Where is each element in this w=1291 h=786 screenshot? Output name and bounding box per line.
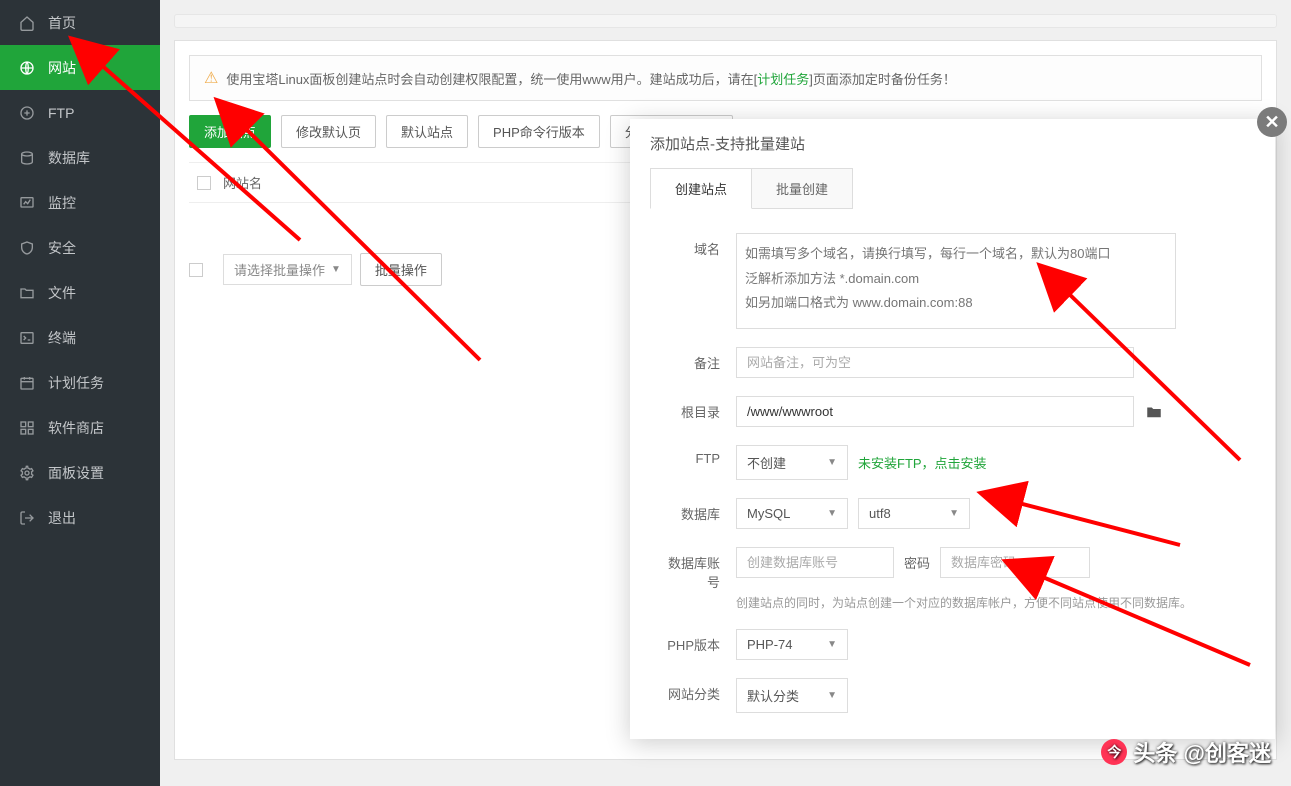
sidebar-item-database[interactable]: 数据库 xyxy=(0,135,160,180)
exit-icon xyxy=(18,509,36,527)
php-cli-button[interactable]: PHP命令行版本 xyxy=(478,115,600,148)
add-site-modal: ✕ 添加站点-支持批量建站 创建站点 批量创建 域名 备注 根目录 FTP xyxy=(630,119,1275,739)
modal-tabs: 创建站点 批量创建 xyxy=(650,168,1255,209)
tab-create-site[interactable]: 创建站点 xyxy=(650,168,752,209)
folder-icon xyxy=(18,284,36,302)
domain-textarea[interactable] xyxy=(736,233,1176,329)
sidebar-item-label: 退出 xyxy=(48,508,76,528)
label-db-account: 数据库账号 xyxy=(658,547,736,591)
db-note: 创建站点的同时，为站点创建一个对应的数据库帐户，方便不同站点使用不同数据库。 xyxy=(736,594,1247,611)
label-password: 密码 xyxy=(904,553,930,572)
sidebar-item-label: FTP xyxy=(48,105,74,121)
sidebar-item-security[interactable]: 安全 xyxy=(0,225,160,270)
sidebar-item-ftp[interactable]: FTP xyxy=(0,90,160,135)
sidebar-item-website[interactable]: 网站 xyxy=(0,45,160,90)
watermark: 今 头条 @创客迷 xyxy=(1101,736,1271,768)
label-note: 备注 xyxy=(658,347,736,372)
apps-icon xyxy=(18,419,36,437)
sidebar-item-label: 安全 xyxy=(48,238,76,258)
sidebar-item-home[interactable]: 首页 xyxy=(0,0,160,45)
note-input[interactable] xyxy=(736,347,1134,378)
batch-checkbox[interactable] xyxy=(189,263,203,277)
label-root: 根目录 xyxy=(658,396,736,421)
monitor-icon xyxy=(18,194,36,212)
watermark-icon: 今 xyxy=(1101,739,1127,765)
db-charset-select[interactable]: utf8▼ xyxy=(858,498,970,529)
breadcrumb-bar xyxy=(174,14,1277,28)
sidebar-item-label: 首页 xyxy=(48,13,76,33)
database-icon xyxy=(18,149,36,167)
sidebar-item-label: 监控 xyxy=(48,193,76,213)
batch-select[interactable]: 请选择批量操作▼ xyxy=(223,254,352,285)
ftp-icon xyxy=(18,104,36,122)
warning-box: ⚠ 使用宝塔Linux面板创建站点时会自动创建权限配置，统一使用www用户。建站… xyxy=(189,55,1262,101)
label-db: 数据库 xyxy=(658,498,736,523)
ftp-select[interactable]: 不创建▼ xyxy=(736,445,848,480)
home-icon xyxy=(18,14,36,32)
select-all-checkbox[interactable] xyxy=(197,176,211,190)
calendar-icon xyxy=(18,374,36,392)
sidebar-item-store[interactable]: 软件商店 xyxy=(0,405,160,450)
db-type-select[interactable]: MySQL▼ xyxy=(736,498,848,529)
root-input[interactable] xyxy=(736,396,1134,427)
db-password-input[interactable] xyxy=(940,547,1090,578)
label-domain: 域名 xyxy=(658,233,736,258)
modal-body: 域名 备注 根目录 FTP 不创建▼ 未安装FTP，点击安装 xyxy=(630,209,1275,739)
php-version-select[interactable]: PHP-74▼ xyxy=(736,629,848,660)
col-site-name: 网站名 xyxy=(223,173,262,192)
sidebar-item-label: 网站 xyxy=(48,58,76,78)
modal-title: 添加站点-支持批量建站 xyxy=(630,119,1275,168)
folder-browse-icon[interactable] xyxy=(1144,403,1164,421)
site-category-select[interactable]: 默认分类▼ xyxy=(736,678,848,713)
db-account-input[interactable] xyxy=(736,547,894,578)
add-site-button[interactable]: 添加站点 xyxy=(189,115,271,148)
sidebar-item-label: 软件商店 xyxy=(48,418,104,438)
ftp-install-link[interactable]: 未安装FTP，点击安装 xyxy=(858,453,987,472)
sidebar: 首页 网站 FTP 数据库 监控 安全 文件 终端 计划任务 软件商店 面板设置 xyxy=(0,0,160,786)
sidebar-item-label: 面板设置 xyxy=(48,463,104,483)
close-icon[interactable]: ✕ xyxy=(1257,107,1287,137)
cron-link[interactable]: 计划任务 xyxy=(757,72,809,87)
gear-icon xyxy=(18,464,36,482)
label-ftp: FTP xyxy=(658,445,736,466)
sidebar-item-exit[interactable]: 退出 xyxy=(0,495,160,540)
sidebar-item-cron[interactable]: 计划任务 xyxy=(0,360,160,405)
label-php: PHP版本 xyxy=(658,629,736,654)
sidebar-item-files[interactable]: 文件 xyxy=(0,270,160,315)
warning-icon: ⚠ xyxy=(204,68,218,88)
globe-icon xyxy=(18,59,36,77)
sidebar-item-label: 计划任务 xyxy=(48,373,104,393)
label-category: 网站分类 xyxy=(658,678,736,703)
sidebar-item-monitor[interactable]: 监控 xyxy=(0,180,160,225)
sidebar-item-terminal[interactable]: 终端 xyxy=(0,315,160,360)
sidebar-item-label: 文件 xyxy=(48,283,76,303)
shield-icon xyxy=(18,239,36,257)
sidebar-item-label: 终端 xyxy=(48,328,76,348)
modify-default-button[interactable]: 修改默认页 xyxy=(281,115,376,148)
batch-apply-button[interactable]: 批量操作 xyxy=(360,253,442,286)
tab-batch-create[interactable]: 批量创建 xyxy=(752,168,853,209)
warning-text: 使用宝塔Linux面板创建站点时会自动创建权限配置，统一使用www用户。建站成功… xyxy=(226,69,956,88)
default-site-button[interactable]: 默认站点 xyxy=(386,115,468,148)
sidebar-item-settings[interactable]: 面板设置 xyxy=(0,450,160,495)
terminal-icon xyxy=(18,329,36,347)
sidebar-item-label: 数据库 xyxy=(48,148,90,168)
